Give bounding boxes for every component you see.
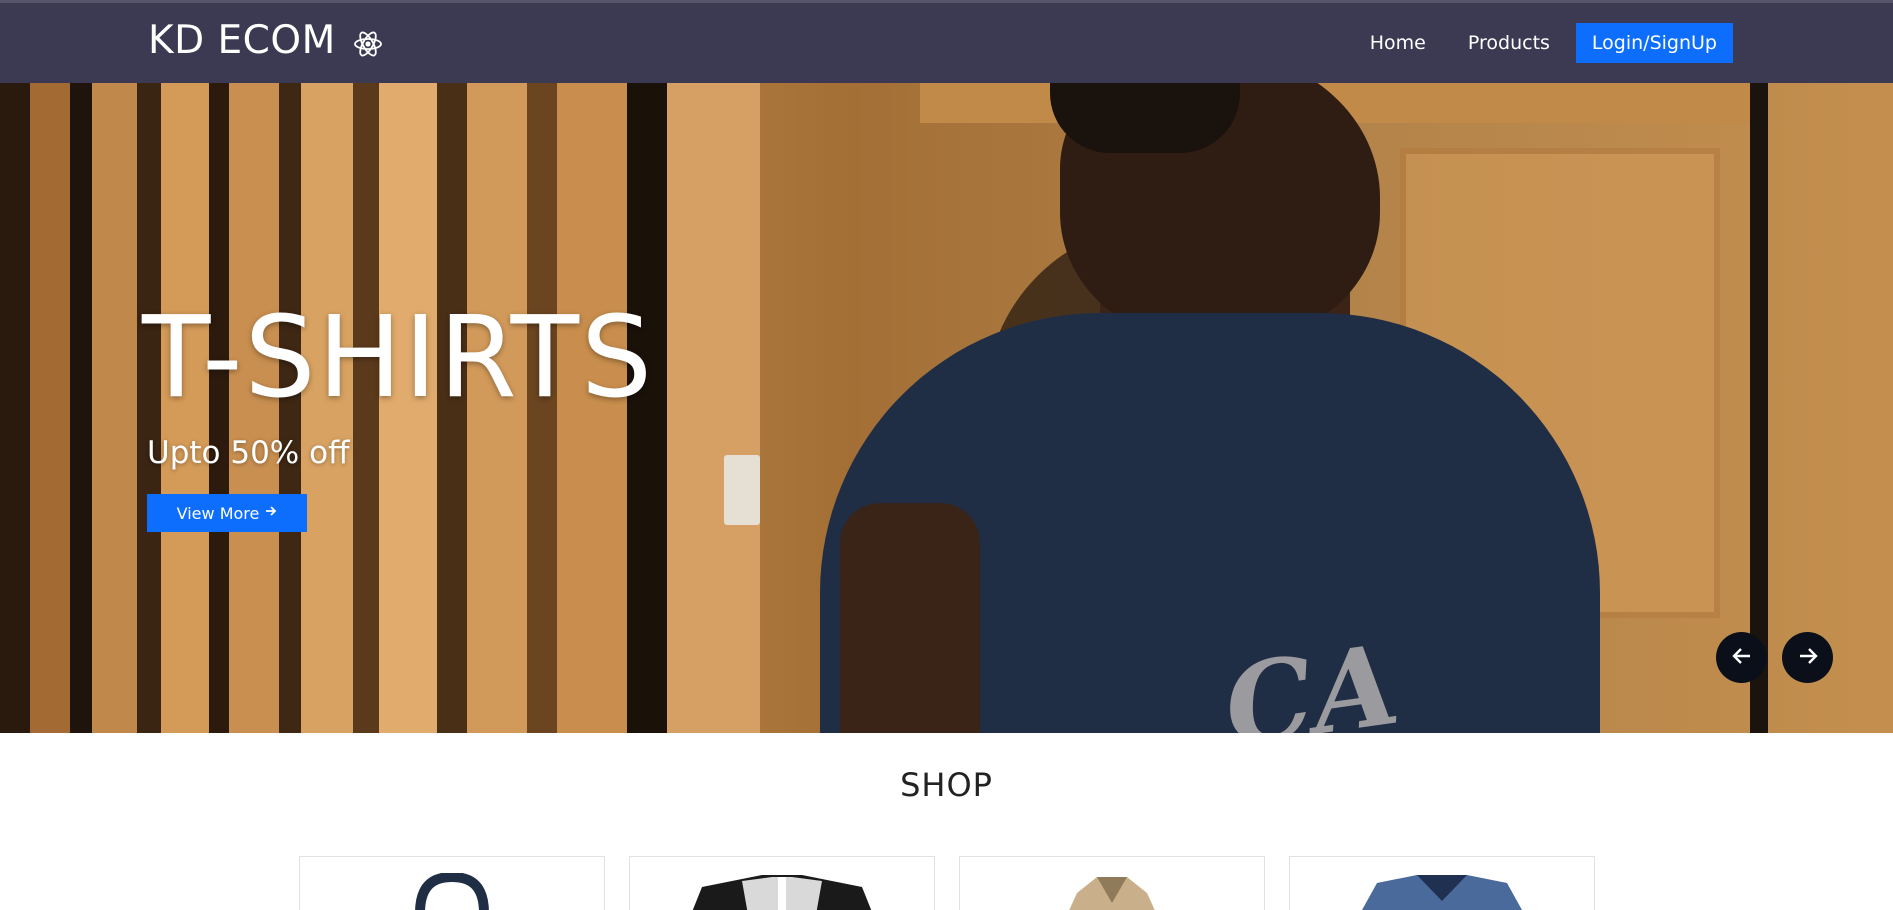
view-more-button[interactable]: View More (147, 494, 307, 532)
nav-links: Home Products Login/SignUp (1370, 23, 1733, 63)
model-arm (840, 503, 980, 733)
navbar: KD ECOM Home Products Login/SignUp (0, 0, 1893, 83)
react-atom-icon (352, 25, 384, 57)
beige-jacket-image (1047, 873, 1177, 910)
login-signup-button[interactable]: Login/SignUp (1575, 23, 1733, 63)
view-more-label: View More (176, 503, 260, 523)
sunglasses (1050, 83, 1240, 153)
product-card[interactable] (1289, 856, 1595, 910)
product-grid (299, 856, 1595, 910)
carousel-prev-button[interactable] (1716, 632, 1767, 683)
hero-title: T-SHIRTS (142, 293, 655, 423)
product-card[interactable] (629, 856, 935, 910)
nav-link-products[interactable]: Products (1468, 32, 1550, 54)
brand-logo[interactable]: KD ECOM (148, 18, 384, 63)
arrow-right-icon (265, 505, 277, 521)
hero-carousel: CA T-SHIRTS Upto 50% off View More (0, 83, 1893, 733)
carousel-next-button[interactable] (1782, 632, 1833, 683)
shop-heading: SHOP (900, 766, 993, 804)
blue-vneck-shirt-image (1327, 873, 1557, 910)
hero-subtitle: Upto 50% off (147, 435, 350, 471)
black-raglan-henley-image (662, 873, 902, 910)
arrow-right-icon (1797, 645, 1819, 670)
product-card[interactable] (299, 856, 605, 910)
nav-link-home[interactable]: Home (1370, 32, 1426, 54)
product-card[interactable] (959, 856, 1265, 910)
navy-polo-shirt-image (412, 871, 492, 910)
light-switch (724, 455, 760, 525)
arrow-left-icon (1731, 645, 1753, 670)
brand-name: KD ECOM (148, 18, 336, 63)
